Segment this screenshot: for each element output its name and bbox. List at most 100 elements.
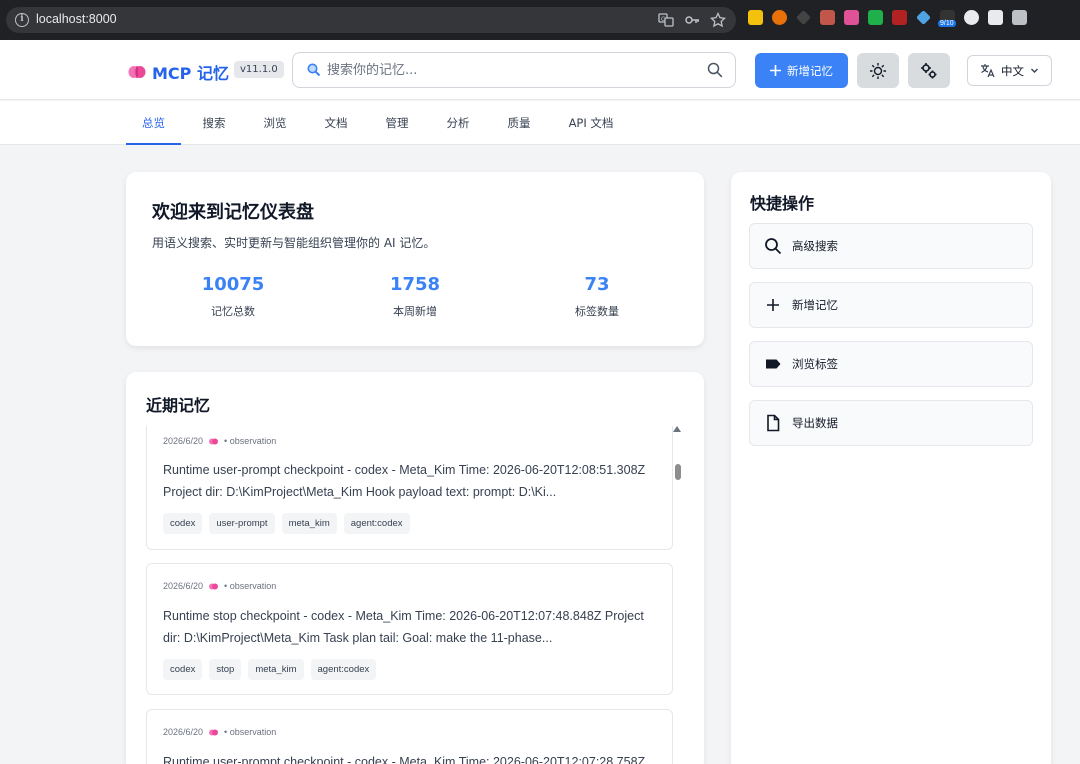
extension-4-icon[interactable] (820, 10, 835, 25)
advanced-search-button[interactable]: 高级搜索 (749, 223, 1033, 269)
tab-quality[interactable]: 质量 (496, 101, 542, 145)
tag-chip[interactable]: user-prompt (209, 513, 275, 534)
stat-tags-value: 73 (584, 274, 610, 295)
language-icon (981, 64, 995, 78)
advanced-search-label: 高级搜索 (792, 239, 838, 253)
tab-api-docs[interactable]: API 文档 (557, 101, 625, 145)
scrollbar-thumb[interactable] (675, 464, 681, 480)
add-memory-label: 新增记忆 (792, 298, 838, 312)
memory-item[interactable]: 2026/6/20 • observation Runtime stop che… (146, 563, 673, 695)
extension-7-icon[interactable] (892, 10, 907, 25)
extension-9-icon[interactable]: 9/10 (938, 10, 956, 27)
memory-date: 2026/6/20 (163, 727, 204, 737)
memory-meta: 2026/6/20 • observation (163, 581, 276, 591)
search-input[interactable] (327, 53, 697, 87)
memory-type: • observation (224, 436, 277, 446)
brain-icon (209, 583, 219, 589)
url-text[interactable]: localhost:8000 (36, 12, 117, 26)
translate-icon[interactable]: G (658, 12, 674, 28)
tag-chip[interactable]: agent:codex (343, 513, 410, 534)
logo-text: MCP 记忆 (152, 64, 229, 83)
extension-1-icon[interactable] (748, 10, 763, 25)
language-label: 中文 (1001, 63, 1024, 78)
export-data-button[interactable]: 导出数据 (749, 400, 1033, 446)
theme-toggle-button[interactable] (857, 53, 899, 88)
plus-icon (767, 299, 779, 311)
extension-2-icon[interactable] (772, 10, 787, 25)
tab-manage[interactable]: 管理 (374, 101, 420, 145)
brain-icon (209, 438, 219, 444)
browse-tags-button[interactable]: 浏览标签 (749, 341, 1033, 387)
recent-memories-card: 近期记忆 2026/6/20 • observation Runtime use… (126, 372, 704, 764)
tag-icon (766, 359, 781, 369)
language-selector[interactable]: 中文 (967, 55, 1052, 86)
tag-chip[interactable]: stop (209, 659, 242, 680)
extension-8-icon[interactable] (916, 10, 931, 25)
logo[interactable]: MCP 记忆 (128, 60, 229, 84)
app-header: MCP 记忆 v11.1.0 新增记忆 中文 (0, 40, 1080, 100)
brain-icon (209, 729, 219, 735)
memory-date: 2026/6/20 (163, 581, 204, 591)
tag-chip[interactable]: codex (163, 513, 203, 534)
search-emoji-icon (307, 63, 321, 77)
welcome-subtitle: 用语义搜索、实时更新与智能组织管理你的 AI 记忆。 (152, 236, 436, 250)
memory-type: • observation (224, 581, 277, 591)
version-badge: v11.1.0 (234, 61, 284, 78)
tab-docs[interactable]: 文档 (313, 101, 359, 145)
sun-icon (870, 62, 886, 79)
new-memory-label: 新增记忆 (787, 63, 833, 78)
stat-tags: 73 标签数量 (517, 274, 677, 319)
quick-actions-title: 快捷操作 (750, 194, 815, 213)
tag-chip[interactable]: agent:codex (310, 659, 377, 680)
bookmark-star-icon[interactable] (710, 12, 726, 28)
add-memory-button[interactable]: 新增记忆 (749, 282, 1033, 328)
memory-tags: codex stop meta_kim agent:codex (163, 659, 377, 680)
memory-meta: 2026/6/20 • observation (163, 436, 276, 446)
site-info-icon[interactable]: i (15, 13, 29, 27)
plus-icon (770, 65, 781, 76)
extension-6-icon[interactable] (868, 10, 883, 25)
welcome-card: 欢迎来到记忆仪表盘 用语义搜索、实时更新与智能组织管理你的 AI 记忆。 100… (126, 172, 704, 346)
search-icon (765, 238, 782, 255)
extension-10-icon[interactable] (964, 10, 979, 25)
address-bar[interactable]: i localhost:8000 G (6, 7, 736, 33)
extension-11-icon[interactable] (988, 10, 1003, 25)
nav-tabs: 总览 搜索 浏览 文档 管理 分析 质量 API 文档 (0, 101, 1080, 145)
stat-week-label: 本周新增 (393, 305, 437, 318)
extensions-puzzle-icon[interactable] (1012, 10, 1027, 25)
search-box[interactable] (292, 52, 736, 88)
svg-text:G: G (661, 16, 666, 23)
scroll-up-arrow-icon[interactable] (673, 426, 681, 432)
memory-item[interactable]: 2026/6/20 • observation Runtime user-pro… (146, 426, 673, 550)
stat-total-label: 记忆总数 (211, 305, 255, 318)
tab-browse[interactable]: 浏览 (252, 101, 298, 145)
tag-chip[interactable]: meta_kim (281, 513, 337, 534)
settings-button[interactable] (908, 53, 950, 88)
memory-content: Runtime user-prompt checkpoint - codex -… (163, 463, 646, 499)
key-icon[interactable] (684, 12, 700, 28)
browser-toolbar: i localhost:8000 G 9/10 (0, 0, 1080, 40)
list-scrollbar[interactable] (672, 424, 684, 764)
quick-actions-card: 快捷操作 高级搜索 新增记忆 浏览标签 导出数据 (731, 172, 1051, 764)
welcome-title: 欢迎来到记忆仪表盘 (152, 202, 314, 223)
memory-type: • observation (224, 727, 277, 737)
brain-icon (128, 66, 146, 78)
tab-overview[interactable]: 总览 (126, 101, 181, 145)
memory-date: 2026/6/20 (163, 436, 204, 446)
tab-analytics[interactable]: 分析 (435, 101, 481, 145)
memory-content: Runtime stop checkpoint - codex - Meta_K… (163, 609, 644, 645)
memory-item[interactable]: 2026/6/20 • observation Runtime user-pro… (146, 709, 673, 764)
recent-title: 近期记忆 (146, 396, 211, 415)
recent-memory-list[interactable]: 2026/6/20 • observation Runtime user-pro… (146, 426, 674, 764)
tag-chip[interactable]: meta_kim (248, 659, 304, 680)
memory-meta: 2026/6/20 • observation (163, 727, 276, 737)
stat-week-value: 1758 (389, 274, 441, 295)
extension-5-icon[interactable] (844, 10, 859, 25)
extension-3-icon[interactable] (796, 10, 811, 25)
tag-chip[interactable]: codex (163, 659, 203, 680)
search-icon[interactable] (707, 62, 723, 78)
stat-total-value: 10075 (201, 274, 265, 295)
stat-tags-label: 标签数量 (575, 305, 619, 318)
new-memory-button[interactable]: 新增记忆 (755, 53, 848, 88)
tab-search[interactable]: 搜索 (191, 101, 237, 145)
